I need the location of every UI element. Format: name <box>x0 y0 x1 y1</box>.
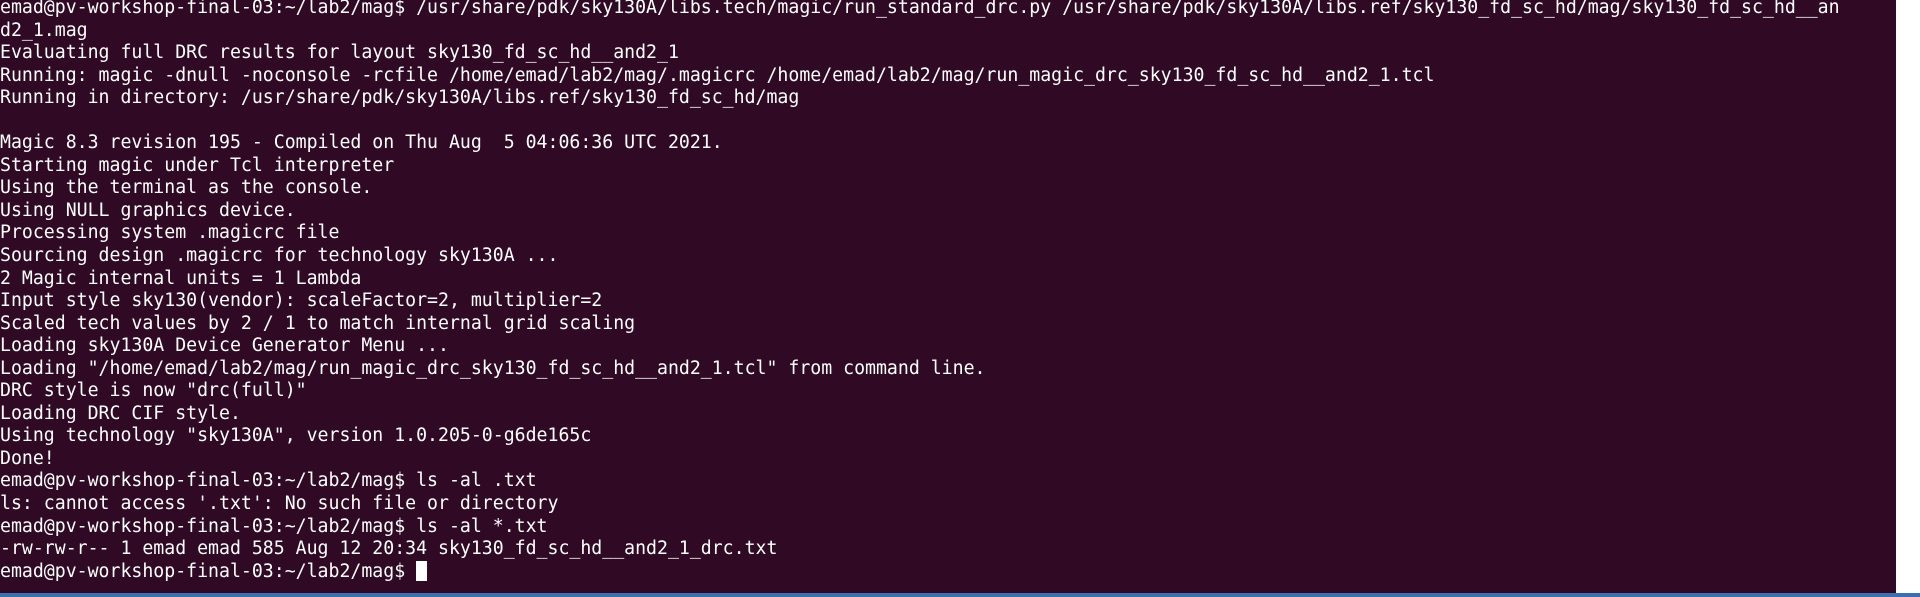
terminal-output[interactable]: emad@pv-workshop-final-03:~/lab2/mag$ /u… <box>0 0 1896 591</box>
terminal-line: Loading "/home/emad/lab2/mag/run_magic_d… <box>0 357 986 379</box>
terminal-line: Using NULL graphics device. <box>0 199 296 221</box>
terminal-line: emad@pv-workshop-final-03:~/lab2/mag$ /u… <box>0 0 1840 18</box>
scrollbar[interactable] <box>1896 0 1920 594</box>
terminal-prompt-line[interactable]: emad@pv-workshop-final-03:~/lab2/mag$ <box>0 560 1896 584</box>
terminal-line: DRC style is now "drc(full)" <box>0 380 307 402</box>
scrollbar-thumb[interactable] <box>1909 80 1917 420</box>
terminal-line: Evaluating full DRC results for layout s… <box>0 42 679 64</box>
terminal-line: Scaled tech values by 2 / 1 to match int… <box>0 312 636 334</box>
terminal-line: Loading DRC CIF style. <box>0 402 241 424</box>
terminal-line: 2 Magic internal units = 1 Lambda <box>0 267 362 289</box>
terminal-window: emad@pv-workshop-final-03:~/lab2/mag$ /u… <box>0 0 1920 597</box>
terminal-line: Using technology "sky130A", version 1.0.… <box>0 425 592 447</box>
terminal-line: Done! <box>0 447 55 469</box>
window-bottom-edge <box>0 593 1920 597</box>
terminal-line: d2_1.mag <box>0 19 88 41</box>
terminal-line: ls: cannot access '.txt': No such file o… <box>0 493 559 515</box>
terminal-line: Running in directory: /usr/share/pdk/sky… <box>0 87 800 109</box>
terminal-line: Processing system .magicrc file <box>0 222 340 244</box>
terminal-prompt: emad@pv-workshop-final-03:~/lab2/mag$ <box>0 560 417 582</box>
terminal-line: Input style sky130(vendor): scaleFactor=… <box>0 290 603 312</box>
terminal-line: emad@pv-workshop-final-03:~/lab2/mag$ ls… <box>0 470 537 492</box>
terminal-line: Magic 8.3 revision 195 - Compiled on Thu… <box>0 132 723 154</box>
terminal-line: Starting magic under Tcl interpreter <box>0 154 395 176</box>
terminal-line: Sourcing design .magicrc for technology … <box>0 245 559 267</box>
terminal-cursor <box>416 560 428 581</box>
terminal-line: emad@pv-workshop-final-03:~/lab2/mag$ ls… <box>0 515 548 537</box>
terminal-line: Using the terminal as the console. <box>0 177 373 199</box>
terminal-line: -rw-rw-r-- 1 emad emad 585 Aug 12 20:34 … <box>0 538 778 560</box>
terminal-line: Loading sky130A Device Generator Menu ..… <box>0 335 449 357</box>
terminal-line: Running: magic -dnull -noconsole -rcfile… <box>0 64 1435 86</box>
